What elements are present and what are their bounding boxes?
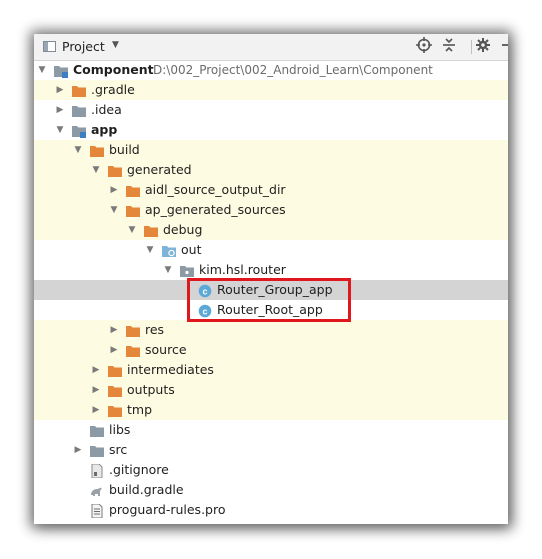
orange-folder-icon xyxy=(126,343,140,357)
tree-row[interactable]: ▶ .idea xyxy=(34,100,508,120)
orange-folder-icon xyxy=(90,143,104,157)
orange-folder-icon xyxy=(126,203,140,217)
dropdown-caret-icon[interactable]: ▼ xyxy=(112,40,119,50)
orange-folder-icon xyxy=(108,363,122,377)
tree-row[interactable]: ▶ .gradle xyxy=(34,80,508,100)
tree-row[interactable]: ▼ out xyxy=(34,240,508,260)
tree-item-label: app xyxy=(91,122,118,137)
tree-row[interactable]: proguard-rules.pro xyxy=(34,500,508,520)
tree-row[interactable]: libs xyxy=(34,420,508,440)
tree-item-label: .gradle xyxy=(91,82,135,97)
hide-panel-icon[interactable] xyxy=(496,37,508,55)
expanded-arrow-icon[interactable]: ▼ xyxy=(163,260,173,280)
expanded-arrow-icon[interactable]: ▼ xyxy=(109,200,119,220)
text-file-icon xyxy=(90,503,104,519)
tree-item-label: ap_generated_sources xyxy=(145,202,286,217)
collapsed-arrow-icon[interactable]: ▶ xyxy=(109,320,119,340)
expanded-arrow-icon[interactable]: ▼ xyxy=(55,120,65,140)
module-folder-icon xyxy=(72,123,86,138)
tree-item-label: res xyxy=(145,322,165,337)
tree-item-label: generated xyxy=(127,162,192,177)
tree-row[interactable]: ▶ outputs xyxy=(34,380,508,400)
collapsed-arrow-icon[interactable]: ▶ xyxy=(91,360,101,380)
tree-item-label: kim.hsl.router xyxy=(199,262,286,277)
tree-row[interactable]: ▼ debug xyxy=(34,220,508,240)
tree-row[interactable]: ▼ build xyxy=(34,140,508,160)
collapsed-arrow-icon[interactable]: ▶ xyxy=(91,380,101,400)
settings-gear-icon[interactable] xyxy=(474,37,492,55)
tree-item-label: intermediates xyxy=(127,362,214,377)
project-path: D:\002_Project\002_Android_Learn\Compone… xyxy=(153,63,433,77)
tree-item-label: debug xyxy=(163,222,203,237)
tree-item-label: libs xyxy=(109,422,131,437)
tree-row[interactable]: c Router_Group_app xyxy=(34,280,508,300)
tree-row[interactable]: ▶ res xyxy=(34,320,508,340)
orange-folder-icon xyxy=(126,183,140,197)
tree-item-label: .idea xyxy=(91,102,122,117)
tree-row[interactable]: ▶ tmp xyxy=(34,400,508,420)
package-icon xyxy=(180,263,194,277)
orange-folder-icon xyxy=(108,383,122,397)
collapsed-arrow-icon[interactable]: ▶ xyxy=(109,180,119,200)
svg-text:c: c xyxy=(202,306,207,316)
expanded-arrow-icon[interactable]: ▼ xyxy=(37,60,47,80)
tree-item-label: proguard-rules.pro xyxy=(109,502,226,517)
header-separator xyxy=(471,40,472,54)
orange-folder-icon xyxy=(72,83,86,97)
collapse-all-icon[interactable] xyxy=(440,37,458,55)
project-tool-window: Project ▼ ▼ Component D:\002_Project\002_A… xyxy=(34,34,508,524)
orange-folder-icon xyxy=(108,163,122,177)
tree-item-label: .gitignore xyxy=(109,462,169,477)
collapsed-arrow-icon[interactable]: ▶ xyxy=(55,80,65,100)
gray-folder-icon xyxy=(90,443,104,457)
tree-row[interactable]: ▼ ap_generated_sources xyxy=(34,200,508,220)
tree-item-label: Router_Root_app xyxy=(217,302,323,317)
project-view-title[interactable]: Project xyxy=(62,39,105,54)
collapsed-arrow-icon[interactable]: ▶ xyxy=(109,340,119,360)
gray-folder-icon xyxy=(90,423,104,437)
tree-item-label: source xyxy=(145,342,187,357)
generated-source-folder-icon xyxy=(162,243,176,257)
collapsed-arrow-icon[interactable]: ▶ xyxy=(91,400,101,420)
tree-item-label: aidl_source_output_dir xyxy=(145,182,286,197)
collapsed-arrow-icon[interactable]: ▶ xyxy=(73,440,83,460)
tree-row[interactable]: .gitignore xyxy=(34,460,508,480)
tree-item-label: build.gradle xyxy=(109,482,184,497)
tree-item-label: Component xyxy=(73,62,154,77)
tree-row[interactable]: ▶ intermediates xyxy=(34,360,508,380)
tree-row[interactable]: ▶ source xyxy=(34,340,508,360)
expanded-arrow-icon[interactable]: ▼ xyxy=(127,220,137,240)
locate-icon[interactable] xyxy=(415,37,433,55)
orange-folder-icon xyxy=(126,323,140,337)
project-panel-header: Project ▼ xyxy=(34,34,508,61)
tree-row[interactable]: ▶ src xyxy=(34,440,508,460)
tree-row[interactable]: ▼ Component D:\002_Project\002_Android_Lea… xyxy=(34,60,508,80)
gitignore-file-icon xyxy=(90,463,104,479)
tree-row[interactable]: ▼ generated xyxy=(34,160,508,180)
tree-item-label: outputs xyxy=(127,382,175,397)
tree-row[interactable]: ▼ app xyxy=(34,120,508,140)
gradle-file-icon xyxy=(90,483,104,497)
svg-text:c: c xyxy=(202,286,207,296)
orange-folder-icon xyxy=(108,403,122,417)
tree-item-label: src xyxy=(109,442,128,457)
expanded-arrow-icon[interactable]: ▼ xyxy=(91,160,101,180)
collapsed-arrow-icon[interactable]: ▶ xyxy=(55,100,65,120)
module-folder-icon xyxy=(54,63,68,78)
tree-row[interactable]: build.gradle xyxy=(34,480,508,500)
tree-item-label: build xyxy=(109,142,140,157)
tree-row[interactable]: ▶ aidl_source_output_dir xyxy=(34,180,508,200)
expanded-arrow-icon[interactable]: ▼ xyxy=(73,140,83,160)
project-view-icon xyxy=(43,41,56,52)
tree-item-label: tmp xyxy=(127,402,153,417)
orange-folder-icon xyxy=(144,223,158,237)
class-icon: c xyxy=(198,303,212,318)
class-icon: c xyxy=(198,283,212,298)
gray-folder-icon xyxy=(72,103,86,117)
expanded-arrow-icon[interactable]: ▼ xyxy=(145,240,155,260)
tree-row[interactable]: c Router_Root_app xyxy=(34,300,508,320)
tree-row[interactable]: ▼ kim.hsl.router xyxy=(34,260,508,280)
tree-item-label: out xyxy=(181,242,202,257)
tree-item-label: Router_Group_app xyxy=(217,282,333,297)
